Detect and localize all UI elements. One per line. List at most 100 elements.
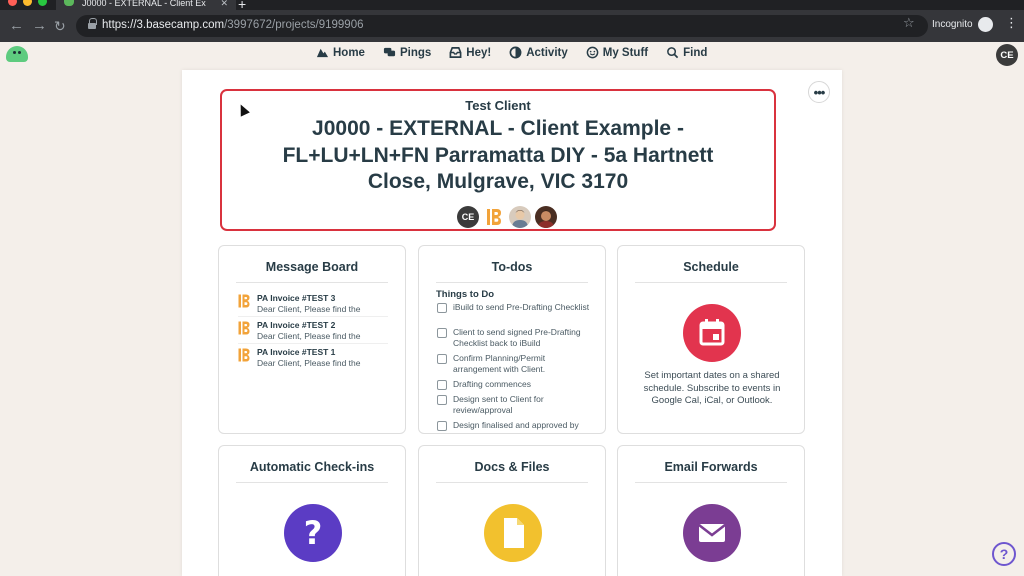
url-field[interactable]: https://3.basecamp.com/3997672/projects/…: [76, 15, 928, 37]
nav-pings[interactable]: Pings: [383, 46, 431, 59]
project-title: J0000 - EXTERNAL - Client Example - FL+L…: [282, 117, 714, 193]
bookmark-star-icon[interactable]: ☆: [903, 15, 915, 31]
chat-icon: [383, 47, 396, 57]
email-forwards-title[interactable]: Email Forwards: [618, 460, 804, 474]
url-text: https://3.basecamp.com/3997672/projects/…: [102, 19, 364, 31]
help-button[interactable]: ?: [992, 542, 1016, 566]
message-title: PA Invoice #TEST 2: [257, 320, 336, 330]
ibuild-logo-icon: [238, 294, 250, 308]
nav-my-stuff-label: My Stuff: [602, 46, 649, 59]
back-arrow-icon[interactable]: ←: [9, 18, 24, 34]
message-excerpt: Dear Client, Please find the: [257, 331, 361, 341]
svg-text:?: ?: [304, 514, 323, 552]
email-forwards-card[interactable]: Email Forwards: [617, 445, 805, 576]
todo-checkbox[interactable]: [437, 395, 447, 405]
inbox-icon: [449, 47, 462, 58]
todo-text[interactable]: Client to send signed Pre-Drafting Check…: [453, 327, 593, 348]
smiley-icon: [586, 46, 599, 59]
nav-find[interactable]: Find: [666, 46, 707, 59]
checkins-title[interactable]: Automatic Check-ins: [219, 460, 405, 474]
activity-icon: [509, 46, 522, 59]
address-bar: ← → ↻ https://3.basecamp.com/3997672/pro…: [0, 10, 1024, 42]
checkins-card[interactable]: Automatic Check-ins ?: [218, 445, 406, 576]
more-options-button[interactable]: •••: [808, 81, 830, 103]
divider: [635, 482, 787, 483]
calendar-icon: [683, 304, 741, 362]
basecamp-logo-icon[interactable]: [6, 44, 28, 62]
divider: [635, 282, 787, 283]
ibuild-logo-icon: [238, 321, 250, 335]
nav-activity-label: Activity: [526, 46, 568, 59]
ibuild-logo-icon: [487, 209, 501, 225]
maximize-window-icon[interactable]: [38, 0, 47, 6]
tab-title: J0000 - EXTERNAL - Client Ex: [82, 0, 206, 8]
lock-icon: [88, 18, 97, 30]
todo-checkbox[interactable]: [437, 303, 447, 313]
schedule-description: Set important dates on a shared schedule…: [643, 370, 781, 406]
todos-title[interactable]: To-dos: [419, 260, 605, 274]
docs-files-card[interactable]: Docs & Files: [418, 445, 606, 576]
envelope-icon: [683, 504, 741, 562]
divider: [238, 316, 388, 317]
ibuild-logo-icon: [238, 348, 250, 362]
client-name[interactable]: Test Client: [220, 98, 776, 113]
message-excerpt: Dear Client, Please find the: [257, 304, 361, 314]
user-avatar[interactable]: CE: [996, 44, 1018, 66]
docs-files-title[interactable]: Docs & Files: [419, 460, 605, 474]
nav-home-label: Home: [333, 46, 365, 59]
forward-arrow-icon[interactable]: →: [32, 18, 47, 34]
todo-checkbox[interactable]: [437, 328, 447, 338]
divider: [436, 482, 588, 483]
nav-home[interactable]: Home: [316, 46, 365, 59]
close-window-icon[interactable]: [8, 0, 17, 6]
message-board-title[interactable]: Message Board: [219, 260, 405, 274]
nav-hey-label: Hey!: [466, 46, 492, 59]
divider: [238, 343, 388, 344]
message-board-card[interactable]: Message Board PA Invoice #TEST 3 Dear Cl…: [218, 245, 406, 434]
nav-activity[interactable]: Activity: [509, 46, 568, 59]
message-excerpt: Dear Client, Please find the: [257, 358, 361, 368]
person-avatar[interactable]: CE: [457, 206, 479, 228]
person-avatar[interactable]: [535, 206, 557, 228]
nav-find-label: Find: [683, 46, 708, 59]
todo-text[interactable]: Confirm Planning/Permit arrangement with…: [453, 353, 593, 374]
person-photo-icon: [512, 210, 528, 228]
browser-menu-icon[interactable]: ⋮: [1005, 16, 1018, 29]
todo-text[interactable]: Drafting commences: [453, 379, 593, 390]
close-tab-icon[interactable]: ✕: [220, 0, 228, 8]
message-title: PA Invoice #TEST 3: [257, 293, 336, 303]
mountain-icon: [316, 48, 329, 58]
schedule-title[interactable]: Schedule: [618, 260, 804, 274]
person-avatar[interactable]: [509, 206, 531, 228]
todo-checkbox[interactable]: [437, 380, 447, 390]
todo-text[interactable]: iBuild to send Pre-Drafting Checklist: [453, 302, 593, 313]
todo-checkbox[interactable]: [437, 354, 447, 364]
person-avatar[interactable]: [483, 206, 505, 228]
basecamp-favicon-icon: [64, 0, 74, 6]
todo-checkbox[interactable]: [437, 421, 447, 431]
message-title: PA Invoice #TEST 1: [257, 347, 336, 357]
todos-card[interactable]: To-dos Things to Do iBuild to send Pre-D…: [418, 245, 606, 434]
reload-icon[interactable]: ↻: [54, 18, 66, 34]
nav-hey[interactable]: Hey!: [449, 46, 491, 59]
nav-pings-label: Pings: [399, 46, 432, 59]
divider: [236, 282, 388, 283]
todo-list-title[interactable]: Things to Do: [436, 289, 494, 300]
project-people[interactable]: CE: [457, 206, 557, 228]
question-icon: ?: [284, 504, 342, 562]
browser-tab[interactable]: J0000 - EXTERNAL - Client Ex ✕: [56, 0, 236, 10]
divider: [436, 282, 588, 283]
person-photo-icon: [538, 210, 554, 228]
incognito-icon[interactable]: [978, 17, 993, 32]
schedule-card[interactable]: Schedule Set important dates on a shared…: [617, 245, 805, 434]
search-icon: [667, 47, 679, 59]
browser-tab-bar: J0000 - EXTERNAL - Client Ex ✕ +: [0, 0, 1024, 12]
document-icon: [484, 504, 542, 562]
todo-text[interactable]: Design sent to Client for review/approva…: [453, 394, 593, 415]
minimize-window-icon[interactable]: [23, 0, 32, 6]
incognito-label: Incognito: [932, 19, 973, 30]
todo-text[interactable]: Design finalised and approved by Client: [453, 420, 593, 433]
nav-my-stuff[interactable]: My Stuff: [586, 46, 648, 59]
main-nav: Home Pings Hey! Activity My Stuff Find: [316, 46, 707, 59]
divider: [236, 482, 388, 483]
